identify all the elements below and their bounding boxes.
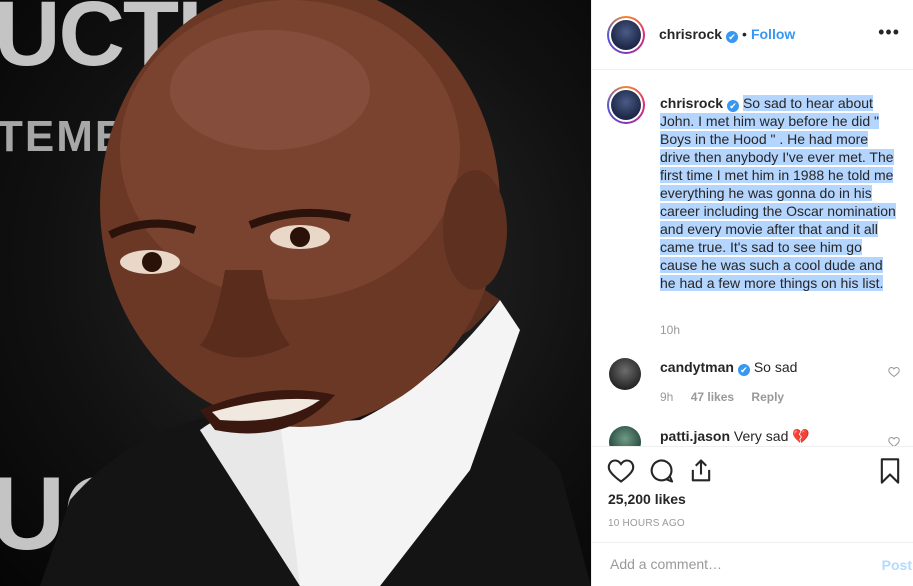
comment-bubble-icon[interactable]: [647, 457, 675, 485]
add-comment-bar: Post: [592, 542, 913, 586]
comment-body: Very sad 💔: [733, 428, 810, 444]
comment-body: So sad: [753, 359, 798, 375]
comments-section[interactable]: chrisrock ✔ So sad to hear about John. I …: [592, 70, 913, 446]
caption-avatar[interactable]: [607, 86, 645, 124]
follow-button[interactable]: Follow: [751, 26, 795, 42]
reply-button[interactable]: Reply: [751, 390, 784, 404]
caption-username[interactable]: chrisrock: [660, 95, 723, 111]
instagram-post-modal: UCTI TEMEI UCTI: [0, 0, 913, 586]
separator-dot: •: [742, 26, 747, 42]
post-photo[interactable]: UCTI TEMEI UCTI: [0, 0, 591, 586]
comment-text-line: patti.jason Very sad 💔: [660, 428, 810, 445]
commenter-avatar[interactable]: [609, 358, 641, 390]
bookmark-save-icon[interactable]: [876, 457, 904, 485]
verified-badge-icon: ✔: [737, 364, 750, 376]
post-actions: 25,200 likes 10 HOURS AGO: [592, 446, 913, 542]
share-upload-icon[interactable]: [687, 457, 715, 485]
posted-time[interactable]: 10 HOURS AGO: [608, 518, 685, 529]
comment-like-heart-icon[interactable]: [888, 436, 900, 446]
comment-meta: 9h 47 likes Reply: [660, 390, 798, 404]
more-options-icon[interactable]: •••: [878, 22, 900, 43]
post-comment-button[interactable]: Post: [882, 557, 912, 573]
verified-badge-icon: ✔: [727, 100, 740, 112]
header-user-line: chrisrock ✔ • Follow: [659, 26, 795, 43]
likes-count[interactable]: 25,200 likes: [608, 491, 686, 507]
post-caption: chrisrock ✔ So sad to hear about John. I …: [660, 94, 900, 292]
add-comment-input[interactable]: [608, 555, 852, 573]
comment-username[interactable]: patti.jason: [660, 428, 730, 444]
comment-likes[interactable]: 47 likes: [691, 390, 734, 404]
commenter-avatar[interactable]: [609, 426, 641, 446]
comment-text-line: candytman ✔ So sad: [660, 359, 797, 376]
comment-like-heart-icon[interactable]: [888, 366, 900, 381]
like-heart-icon[interactable]: [607, 457, 635, 485]
person-portrait: [40, 0, 591, 586]
post-header: chrisrock ✔ • Follow •••: [592, 0, 913, 70]
post-sidebar: chrisrock ✔ • Follow ••• chrisrock ✔ So sad …: [591, 0, 913, 586]
header-username[interactable]: chrisrock: [659, 26, 722, 42]
verified-badge-icon: ✔: [726, 31, 739, 43]
author-avatar[interactable]: [607, 16, 645, 54]
comment-time[interactable]: 9h: [660, 390, 673, 404]
comment-username[interactable]: candytman: [660, 359, 734, 375]
caption-time[interactable]: 10h: [660, 323, 680, 337]
caption-text: So sad to hear about John. I met him way…: [660, 95, 896, 291]
